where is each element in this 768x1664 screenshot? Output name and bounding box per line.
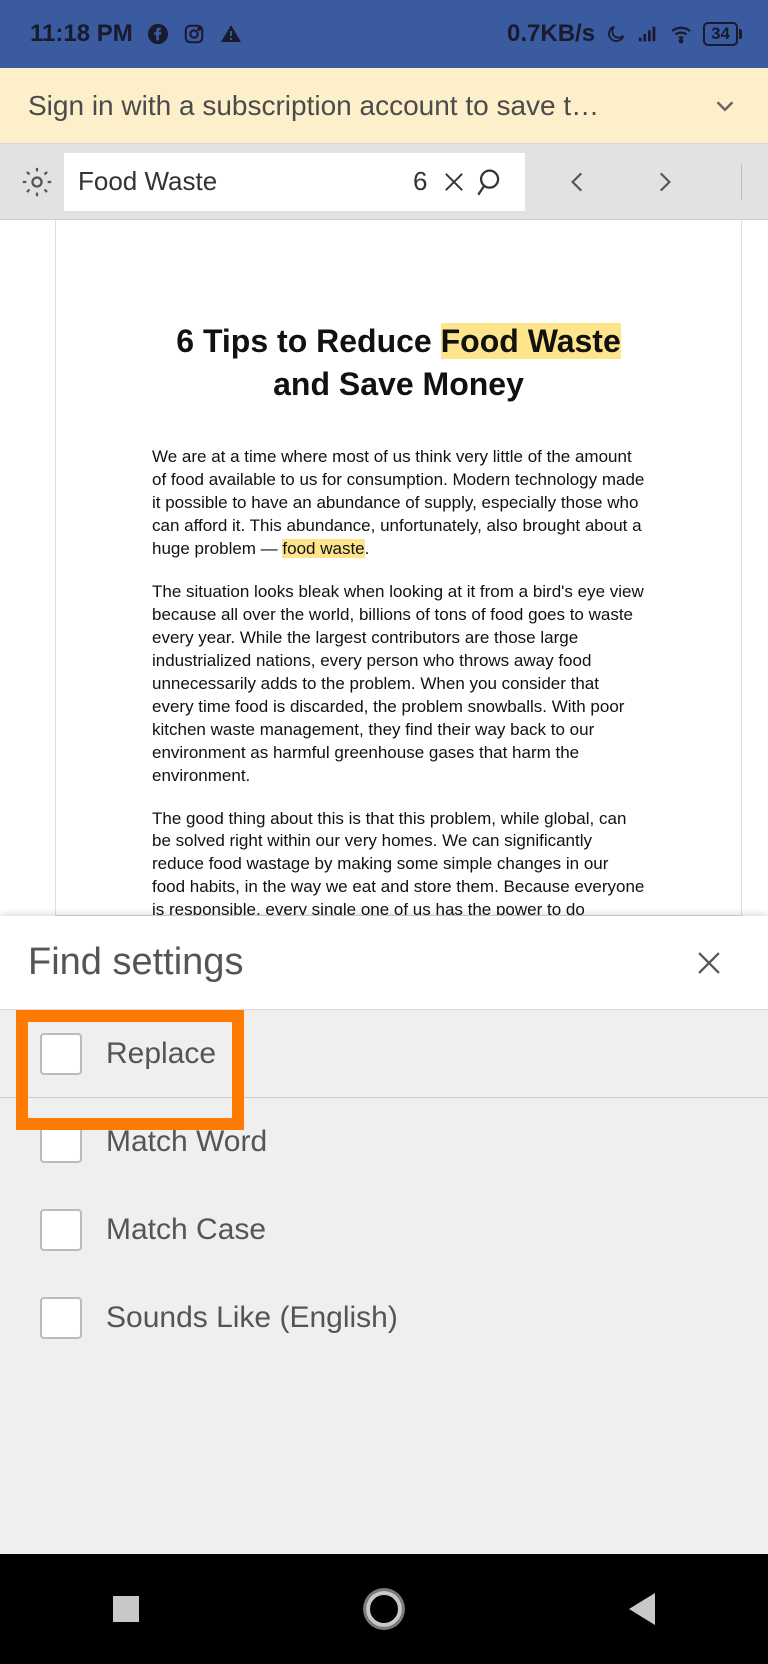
close-panel-icon[interactable]	[686, 940, 732, 986]
moon-icon	[605, 23, 627, 45]
search-count: 6	[413, 166, 427, 197]
option-label: Match Case	[106, 1213, 266, 1247]
instagram-icon	[183, 23, 205, 45]
wifi-icon	[669, 22, 693, 46]
panel-title: Find settings	[28, 941, 243, 984]
next-result-icon[interactable]	[641, 159, 687, 205]
recent-apps-button[interactable]	[113, 1596, 139, 1622]
warning-icon	[219, 22, 243, 46]
facebook-icon	[147, 23, 169, 45]
checkbox[interactable]	[40, 1209, 82, 1251]
prev-result-icon[interactable]	[555, 159, 601, 205]
document[interactable]: 6 Tips to Reduce Food Waste and Save Mon…	[55, 220, 742, 916]
tutorial-highlight	[16, 1010, 244, 1130]
system-nav-bar	[0, 1554, 768, 1664]
chevron-down-icon	[710, 91, 740, 121]
doc-title: 6 Tips to Reduce Food Waste and Save Mon…	[152, 320, 645, 406]
clear-search-icon[interactable]	[437, 159, 471, 205]
battery-icon: 34	[703, 22, 738, 46]
find-nav	[555, 159, 768, 205]
status-left: 11:18 PM	[30, 20, 243, 48]
divider	[741, 164, 742, 200]
option-label: Sounds Like (English)	[106, 1301, 398, 1335]
signin-banner[interactable]: Sign in with a subscription account to s…	[0, 68, 768, 144]
gear-icon[interactable]	[20, 159, 54, 205]
highlighted-text: Food Waste	[441, 323, 621, 359]
doc-paragraph: We are at a time where most of us think …	[152, 446, 645, 561]
data-rate: 0.7KB/s	[507, 20, 595, 48]
signal-icon	[637, 23, 659, 45]
home-button[interactable]	[366, 1591, 402, 1627]
search-box: 6	[64, 153, 525, 211]
banner-text: Sign in with a subscription account to s…	[28, 90, 599, 122]
search-input[interactable]	[78, 166, 413, 197]
option-sounds-like[interactable]: Sounds Like (English)	[0, 1274, 768, 1362]
status-right: 0.7KB/s 34	[507, 20, 738, 48]
doc-paragraph: The situation looks bleak when looking a…	[152, 581, 645, 787]
option-label: Match Word	[106, 1125, 267, 1159]
checkbox[interactable]	[40, 1297, 82, 1339]
status-bar: 11:18 PM 0.7KB/s 34	[0, 0, 768, 68]
find-toolbar: 6	[0, 144, 768, 220]
doc-paragraph: The good thing about this is that this p…	[152, 808, 645, 917]
search-icon[interactable]	[471, 159, 511, 205]
status-time: 11:18 PM	[30, 20, 133, 48]
highlighted-text: food waste	[282, 539, 364, 558]
option-match-case[interactable]: Match Case	[0, 1186, 768, 1274]
panel-header: Find settings	[0, 916, 768, 1010]
back-button[interactable]	[629, 1593, 655, 1625]
